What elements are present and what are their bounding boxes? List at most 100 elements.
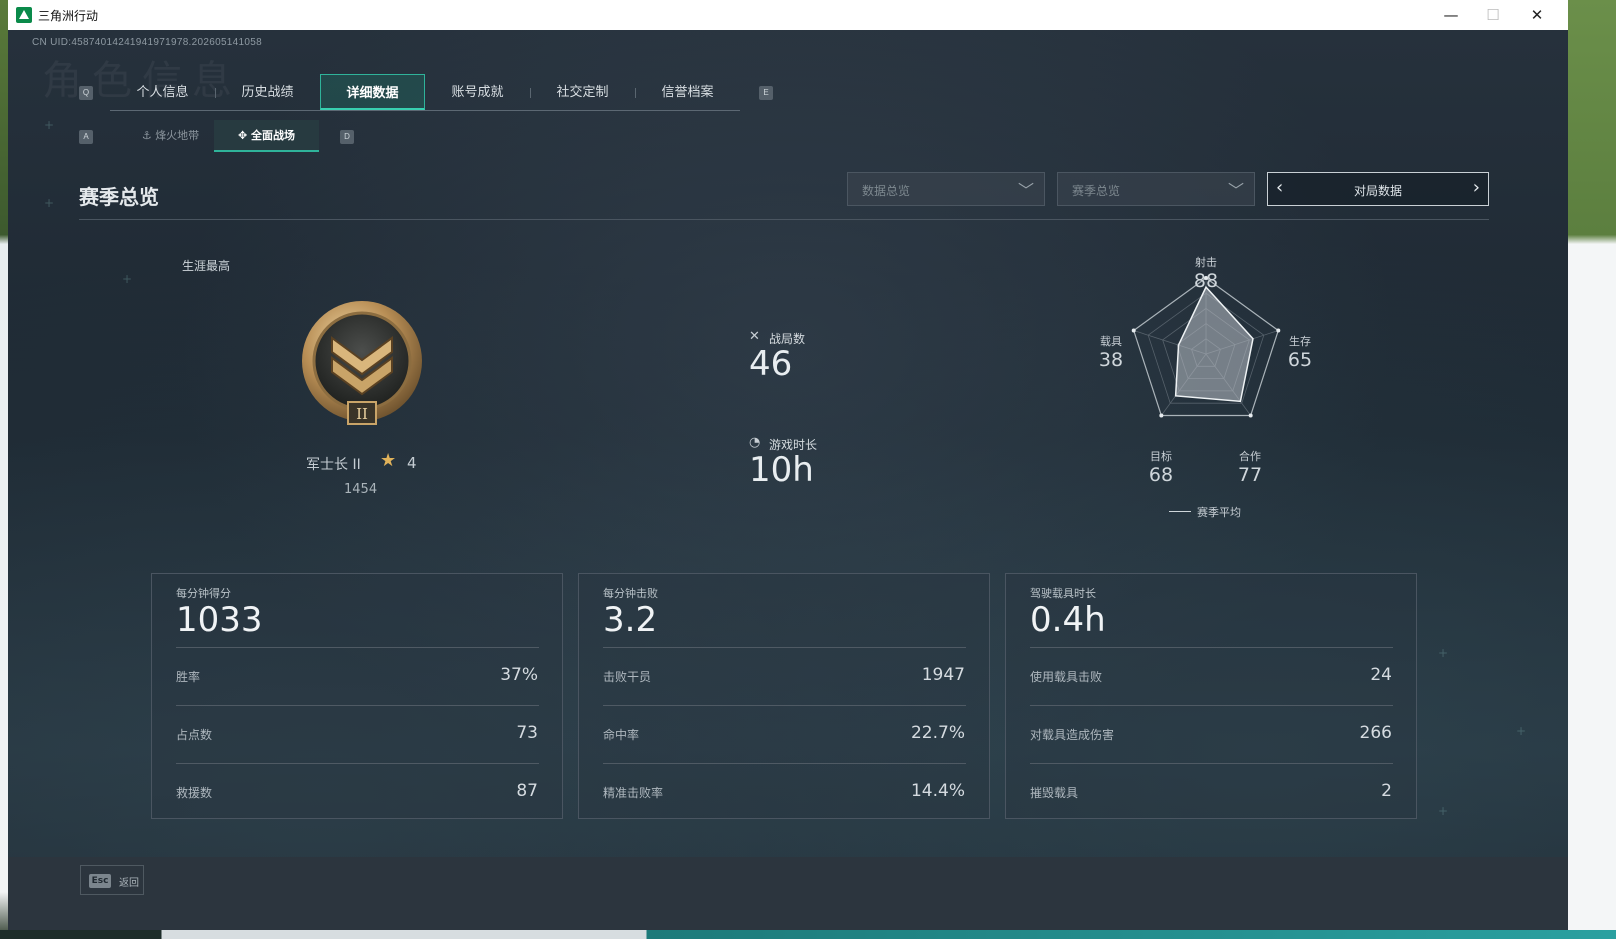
maximize-button[interactable]: ☐ (1470, 0, 1516, 30)
career-best-label: 生涯最高 (182, 259, 231, 273)
clock-icon: ◔ (749, 435, 761, 450)
radar-axis-value: 38 (1098, 349, 1124, 371)
card-divider (603, 705, 966, 706)
card-row-value: 266 (1359, 723, 1392, 743)
crossed-swords-icon: ✕ (749, 329, 760, 344)
card-row-label: 占点数 (176, 728, 213, 742)
title-bar: 三角洲行动 — ☐ ✕ (8, 0, 1568, 30)
tab-social[interactable]: 社交定制 (530, 74, 635, 110)
rank-star-count: 4 (407, 454, 417, 472)
crosshair-icon: ✥ (237, 129, 248, 142)
season-dropdown[interactable]: 赛季总览 ﹀ (1057, 172, 1255, 206)
tab-prev-key-icon[interactable]: Q (79, 86, 93, 100)
radar-vertex-dot (1276, 328, 1281, 333)
card-divider (176, 705, 539, 706)
card-row-value: 22.7% (910, 723, 965, 743)
card-title: 每分钟得分 (176, 587, 231, 600)
radar-axis-label: 射击 (1195, 256, 1217, 269)
card-row-value: 14.4% (910, 781, 965, 801)
card-row-label: 胜率 (176, 670, 201, 684)
radar-vertex-dot (1159, 413, 1164, 418)
subtab-next-key-icon[interactable]: D (340, 130, 354, 144)
radar-axis-label: 生存 (1289, 335, 1311, 348)
data-type-dropdown[interactable]: 数据总览 ﹀ (847, 172, 1045, 206)
hud-cross-icon: + (1516, 724, 1527, 738)
main-tabs: 个人信息 历史战绩 详细数据 账号成就 社交定制 信誉档案 (110, 74, 740, 111)
dropdown-value: 赛季总览 (1072, 184, 1121, 198)
tab-next-key-icon[interactable]: E (759, 86, 773, 100)
desktop-background-right (1568, 0, 1616, 939)
subtab-prev-key-icon[interactable]: A (79, 130, 93, 144)
card-row-value: 87 (516, 781, 538, 801)
chevron-down-icon: ﹀ (1017, 181, 1034, 200)
card-row-value: 1947 (921, 665, 965, 685)
back-button[interactable]: Esc 返回 (80, 865, 144, 895)
card-title: 每分钟击败 (603, 587, 658, 600)
card-value: 3.2 (603, 600, 658, 640)
card-divider (1030, 763, 1393, 764)
tab-credit-record[interactable]: 信誉档案 (635, 74, 740, 110)
anchor-icon: ⚓ (141, 129, 152, 142)
window-title: 三角洲行动 (38, 9, 99, 23)
hud-cross-icon: + (1438, 646, 1449, 660)
radar-legend: 赛季平均 (1197, 506, 1241, 519)
card-row-label: 击败干员 (603, 670, 652, 684)
radar-axis-label: 合作 (1239, 450, 1261, 463)
playtime-value: 10h (749, 450, 814, 490)
close-button[interactable]: ✕ (1514, 0, 1560, 30)
card-row-value: 24 (1370, 665, 1392, 685)
pager-label: 对局数据 (1353, 184, 1402, 198)
card-row-label: 对载具造成伤害 (1030, 728, 1115, 742)
kills-card: 每分钟击败 3.2 击败干员 1947 命中率 22.7% 精准击败率 14.4… (578, 573, 990, 819)
card-divider (1030, 647, 1393, 648)
card-row-label: 摧毁载具 (1030, 786, 1079, 800)
matches-value: 46 (749, 344, 793, 384)
subtab-warfare[interactable]: ✥ 全面战场 (214, 120, 319, 152)
chevron-right-icon[interactable]: › (1473, 177, 1480, 198)
back-label: 返回 (119, 878, 139, 889)
card-divider (1030, 705, 1393, 706)
tab-personal-info[interactable]: 个人信息 (110, 74, 215, 110)
minimize-button[interactable]: — (1428, 0, 1474, 30)
subtab-label: 全面战场 (251, 129, 296, 142)
radar-vertex-dot (1248, 413, 1253, 418)
subtab-operations[interactable]: ⚓ 烽火地带 (118, 120, 223, 152)
card-divider (176, 763, 539, 764)
hud-cross-icon: + (44, 196, 55, 210)
subtab-label: 烽火地带 (155, 129, 200, 142)
vehicle-card: 驾驶载具时长 0.4h 使用载具击败 24 对载具造成伤害 266 摧毁载具 2 (1005, 573, 1417, 819)
player-uid: CN UID:458740142419419719​78.20260514105… (32, 37, 262, 48)
chevron-down-icon: ﹀ (1227, 181, 1244, 200)
game-window: 三角洲行动 — ☐ ✕ 角色信息 CN UID:4587401424194197… (8, 0, 1568, 930)
radar-vertex-dot (1131, 328, 1136, 333)
radar-axis-value: 68 (1148, 464, 1174, 486)
card-value: 0.4h (1030, 600, 1106, 640)
card-row-value: 2 (1381, 781, 1392, 801)
card-row-value: 73 (516, 723, 538, 743)
hud-cross-icon: + (44, 118, 55, 132)
profile-screen: 角色信息 CN UID:458740142419419719​78.202605… (8, 30, 1568, 930)
card-row-label: 精准击败率 (603, 786, 664, 800)
tab-achievements[interactable]: 账号成就 (425, 74, 530, 110)
app-logo-icon (16, 7, 32, 23)
tab-match-history[interactable]: 历史战绩 (215, 74, 320, 110)
stats-pager: ‹ 对局数据 › (1267, 172, 1489, 206)
tab-detailed-data[interactable]: 详细数据 (320, 74, 425, 110)
card-row-label: 命中率 (603, 728, 640, 742)
rank-name: 军士长 II (306, 457, 361, 473)
radar-axis-value: 65 (1287, 349, 1313, 371)
card-row-value: 37% (500, 665, 538, 685)
card-divider (603, 763, 966, 764)
section-divider (79, 219, 1489, 220)
radar-axis-value: 88 (1193, 270, 1219, 292)
score-card: 每分钟得分 1033 胜率 37% 占点数 73 救援数 87 (151, 573, 563, 819)
hud-cross-icon: + (1438, 804, 1449, 818)
card-divider (603, 647, 966, 648)
card-value: 1033 (176, 600, 263, 640)
dropdown-value: 数据总览 (862, 184, 911, 198)
card-row-label: 使用载具击败 (1030, 670, 1103, 684)
rank-score: 1454 (344, 482, 378, 497)
esc-key-icon: Esc (89, 874, 111, 888)
taskbar-strip (0, 930, 1616, 939)
radar-axis-label: 载具 (1100, 335, 1122, 348)
